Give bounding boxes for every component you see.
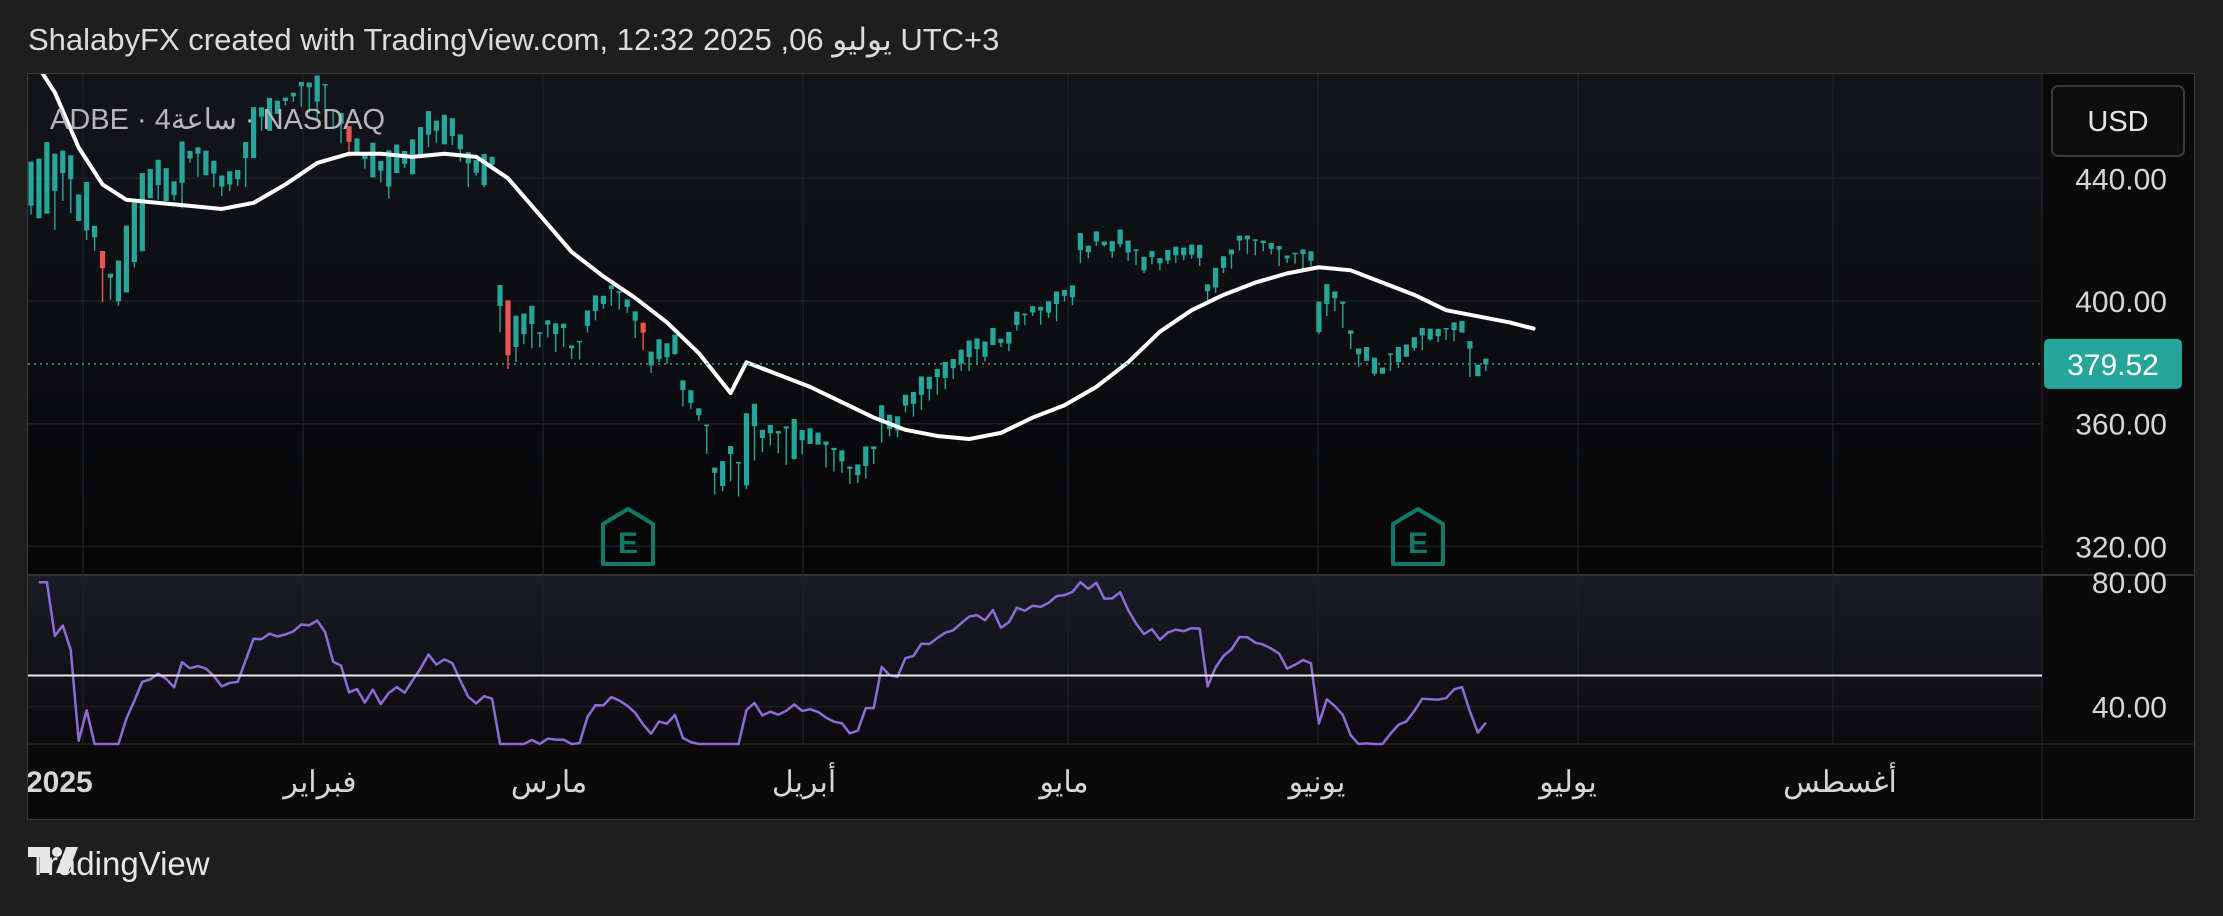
chart-header: ShalabyFX created with TradingView.com, … [28, 22, 1000, 57]
candle [203, 150, 209, 176]
candle [990, 327, 996, 346]
tradingview-logo-icon [28, 847, 78, 873]
candle [1459, 320, 1465, 333]
candle [131, 202, 137, 268]
candle [1316, 301, 1322, 334]
currency-button[interactable]: USD [2051, 85, 2185, 157]
time-tick-label: يوليو [1537, 766, 1597, 800]
candle [370, 142, 376, 178]
price-tick-label: 320.00 [2075, 531, 2167, 564]
candle [44, 142, 50, 214]
symbol-label: ADBE · 4ساعة · NASDAQ [50, 104, 385, 136]
time-tick-label: أغسطس [1783, 762, 1897, 800]
oscillator-tick-label: 80.00 [2092, 567, 2167, 600]
price-chart[interactable]: E E 440.00 400.00 360.00 320.0080.00 40.00 20… [28, 74, 2194, 819]
candle [354, 138, 360, 154]
candle [139, 173, 145, 252]
candle [1427, 328, 1433, 341]
candle [147, 169, 153, 199]
candle [1403, 344, 1409, 357]
candle [123, 225, 129, 293]
price-pane [28, 74, 2042, 574]
candle [441, 114, 447, 145]
time-tick-label: مايو [1037, 766, 1088, 800]
candle [163, 168, 169, 201]
earnings-marker-label: E [618, 527, 638, 560]
candle [1364, 347, 1370, 361]
candle [743, 413, 750, 490]
candle [1371, 357, 1378, 376]
last-price-label: 379.52 [2067, 349, 2159, 382]
candle [115, 260, 122, 306]
earnings-marker-label: E [1408, 527, 1428, 560]
candle [791, 419, 797, 460]
candle [815, 432, 821, 445]
candle [417, 127, 424, 157]
oscillator-tick-label: 40.00 [2092, 692, 2167, 725]
candle [1379, 367, 1386, 374]
time-tick-label: أبريل [772, 762, 836, 800]
candle [394, 144, 400, 174]
candle [76, 194, 82, 221]
currency-button-label: USD [2087, 106, 2148, 138]
time-tick-label: 2025 [28, 766, 93, 799]
footer: TradingView [28, 845, 210, 883]
time-tick-label: يونيو [1287, 766, 1346, 800]
candle [672, 334, 678, 355]
chart-frame: E E 440.00 400.00 360.00 320.00 80.00 40.00 20… [27, 73, 2195, 820]
price-tick-label: 360.00 [2075, 409, 2167, 442]
last-price-badge: 379.52 [2044, 338, 2182, 389]
oscillator-pane [28, 576, 2042, 744]
time-tick-label: فبراير [281, 766, 356, 800]
candle [36, 158, 42, 219]
candle [656, 339, 662, 363]
price-tick-label: 400.00 [2075, 286, 2167, 319]
candle [1475, 364, 1481, 377]
time-tick-label: مارس [511, 766, 587, 800]
price-tick-label: 440.00 [2075, 163, 2167, 196]
candle [807, 428, 813, 444]
